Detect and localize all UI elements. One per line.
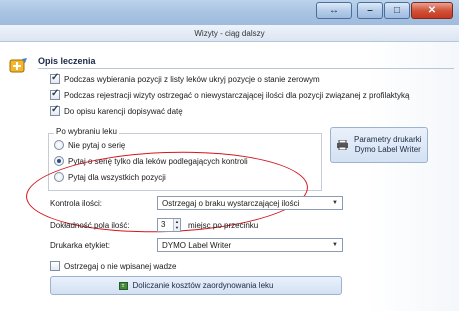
label-printer-value: DYMO Label Writer (162, 240, 232, 250)
precision-label: Dokładność pola ilość: (50, 221, 130, 230)
precision-value: 3 (161, 220, 166, 229)
minimize-button[interactable]: – (357, 2, 383, 19)
chevron-down-icon: ▼ (332, 200, 338, 206)
label-printer-label: Drukarka etykiet: (50, 241, 111, 250)
maximize-button[interactable]: □ (384, 2, 410, 19)
radio-all-items[interactable]: Pytaj dla wszystkich pozycji (54, 171, 166, 183)
series-group-label: Po wybraniu leku (54, 127, 119, 136)
radio-no-series[interactable]: Nie pytaj o serię (54, 139, 125, 151)
calculator-icon: ± (118, 281, 128, 290)
radio-circle[interactable] (54, 156, 64, 166)
warn-prophylaxis-checkbox[interactable]: Podczas rejestracji wizyty ostrzegać o n… (50, 88, 410, 101)
calc-costs-button[interactable]: ± Doliczanie kosztów zaordynowania leku (50, 276, 342, 295)
radio-label: Nie pytaj o serię (68, 140, 126, 150)
checkbox-box[interactable] (50, 88, 60, 100)
radio-label: Pytaj o serię tylko dla leków podlegając… (68, 156, 248, 166)
checkbox-label: Do opisu karencji dopisywać datę (64, 106, 183, 116)
checkbox-label: Ostrzegaj o nie wpisanej wadze (64, 261, 177, 271)
close-button[interactable]: ✕ (411, 2, 453, 19)
add-waiting-date-checkbox[interactable]: Do opisu karencji dopisywać datę (50, 104, 183, 117)
checkbox-box[interactable] (50, 261, 60, 271)
quantity-control-select[interactable]: Ostrzegaj o braku wystarczającej ilości … (157, 196, 343, 210)
precision-stepper[interactable]: 3 ▲ ▼ (157, 218, 181, 232)
section-title: Opis leczenia (38, 56, 96, 66)
label-printer-select[interactable]: DYMO Label Writer ▼ (157, 238, 343, 252)
warn-weight-checkbox[interactable]: Ostrzegaj o nie wpisanej wadze (50, 260, 177, 272)
checkbox-box[interactable] (50, 104, 60, 116)
radio-controlled-only[interactable]: Pytaj o serię tylko dla leków podlegając… (54, 155, 248, 167)
checkbox-box[interactable] (50, 72, 60, 84)
printer-settings-label: Parametry drukarki Dymo Label Writer (354, 135, 422, 155)
medicine-icon (9, 58, 27, 73)
quantity-control-value: Ostrzegaj o braku wystarczającej ilości (162, 198, 300, 208)
window-controls: ↔ – □ ✕ (315, 2, 453, 19)
stepper-arrows-icon[interactable]: ▲ ▼ (173, 219, 180, 231)
checkbox-label: Podczas rejestracji wizyty ostrzegać o n… (64, 90, 410, 100)
checkbox-label: Podczas wybierania pozycji z listy leków… (64, 74, 320, 84)
window-frame: ↔ – □ ✕ (0, 0, 459, 25)
radio-circle[interactable] (54, 172, 64, 182)
printer-settings-line2: Dymo Label Writer (354, 145, 421, 154)
chevron-down-icon: ▼ (332, 242, 338, 248)
quantity-control-label: Kontrola ilości: (50, 199, 103, 208)
printer-settings-line1: Parametry drukarki (354, 135, 422, 144)
hide-zero-stock-checkbox[interactable]: Podczas wybierania pozycji z listy leków… (50, 72, 320, 85)
window-extra-button[interactable]: ↔ (316, 2, 352, 19)
printer-settings-button[interactable]: Parametry drukarki Dymo Label Writer (330, 127, 428, 163)
calc-costs-label: Doliczanie kosztów zaordynowania leku (132, 281, 274, 290)
radio-label: Pytaj dla wszystkich pozycji (68, 172, 166, 182)
window-title: Wizyty - ciąg dalszy (0, 25, 459, 42)
printer-icon (337, 140, 348, 150)
radio-circle[interactable] (54, 140, 64, 150)
section-divider (38, 68, 454, 69)
precision-suffix: miejsc po przecinku (188, 221, 259, 230)
dialog-content: Opis leczenia Podczas wybierania pozycji… (0, 42, 459, 311)
